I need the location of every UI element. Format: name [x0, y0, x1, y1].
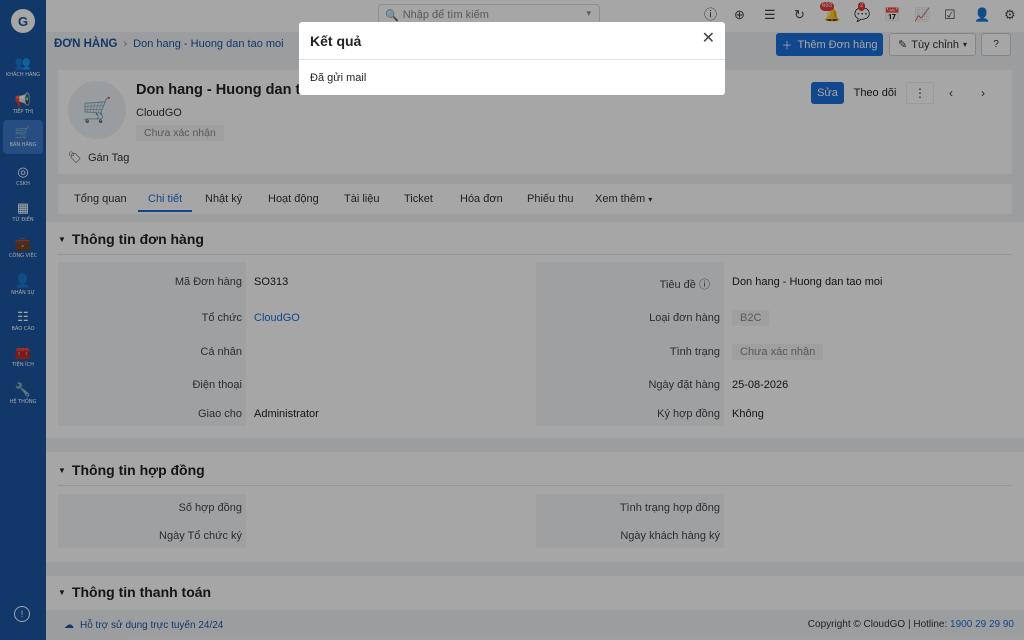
result-modal: Kết quả ✕ Đã gửi mail	[299, 22, 725, 95]
modal-title: Kết quả	[310, 33, 362, 49]
modal-divider	[299, 59, 725, 60]
close-icon[interactable]: ✕	[702, 31, 715, 47]
modal-overlay[interactable]	[0, 0, 1024, 640]
modal-message: Đã gửi mail	[310, 72, 367, 84]
